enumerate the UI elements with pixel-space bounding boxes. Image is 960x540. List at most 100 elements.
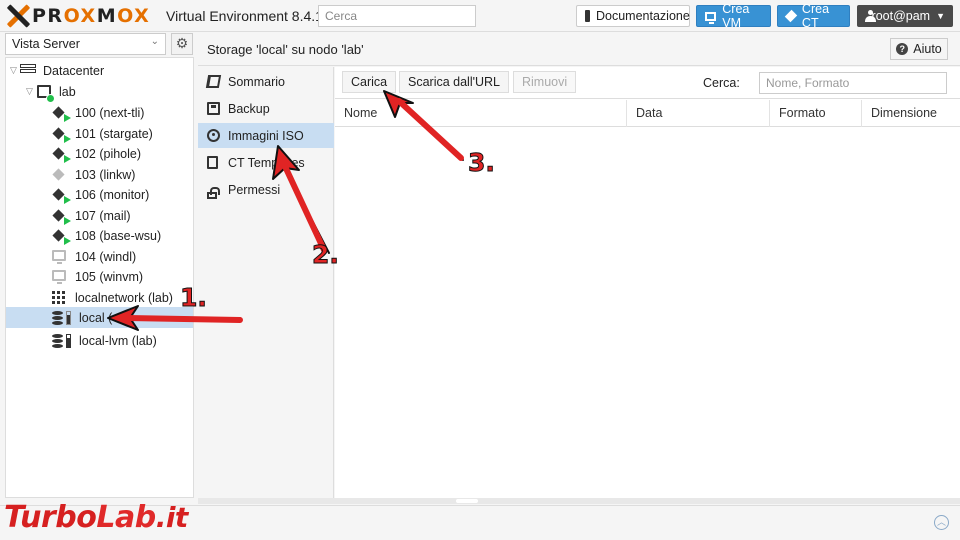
- container-icon: [52, 106, 71, 122]
- book-icon: [585, 10, 590, 22]
- running-icon: [64, 236, 71, 245]
- storage-nav: Sommario Backup Immagini ISO CT Template…: [198, 67, 334, 498]
- tab-label: Backup: [228, 101, 270, 116]
- create-ct-label: Crea CT: [801, 2, 830, 30]
- proxmox-logo[interactable]: PROXMOX: [6, 4, 150, 28]
- tree-item-network[interactable]: localnetwork (lab): [6, 287, 193, 308]
- cube-icon: [784, 9, 798, 23]
- tree-item-label: 102 (pihole): [75, 146, 142, 161]
- iso-images-panel: Carica Scarica dall'URL Rimuovi Cerca: N…: [335, 67, 960, 498]
- unlock-icon: [207, 187, 220, 199]
- annotation-label-2: 2.: [312, 240, 340, 270]
- tree-item-label: local-lvm (lab): [79, 333, 157, 348]
- tree-item-ct[interactable]: 108 (base-wsu): [6, 225, 193, 246]
- watermark-lab: Lab: [96, 500, 156, 535]
- tree-item-node[interactable]: ▽ lab: [6, 81, 193, 103]
- disc-icon: [207, 129, 220, 142]
- monitor-icon: [705, 11, 717, 24]
- tab-label: CT Templates: [228, 155, 305, 170]
- tab-iso-images[interactable]: Immagini ISO: [198, 123, 334, 148]
- tab-label: Permessi: [228, 182, 281, 197]
- tree-item-label: localnetwork (lab): [75, 290, 173, 305]
- horizontal-scrollbar[interactable]: [198, 498, 960, 504]
- running-icon: [64, 113, 71, 122]
- user-label: root@pam: [871, 9, 931, 23]
- chevron-down-icon: ▼: [936, 11, 945, 21]
- search-input[interactable]: Nome, Formato: [759, 72, 947, 94]
- running-icon: [64, 134, 71, 143]
- chevron-up-icon[interactable]: ︿: [934, 515, 949, 530]
- download-url-button[interactable]: Scarica dall'URL: [399, 71, 510, 93]
- column-size[interactable]: Dimensione: [862, 100, 960, 127]
- floppy-icon: [207, 102, 220, 115]
- tab-summary[interactable]: Sommario: [198, 69, 334, 94]
- top-bar: PROXMOX Virtual Environment 8.4.1 Cerca …: [0, 0, 960, 32]
- server-icon: [37, 84, 55, 103]
- tab-backup[interactable]: Backup: [198, 96, 334, 121]
- gear-icon[interactable]: ⚙: [171, 33, 193, 55]
- monitor-icon: [52, 269, 66, 284]
- column-format[interactable]: Formato: [770, 100, 862, 127]
- global-search-input[interactable]: Cerca: [318, 5, 476, 27]
- create-vm-label: Crea VM: [722, 2, 750, 30]
- content-header: Storage 'local' su nodo 'lab' ? Aiuto: [198, 33, 960, 66]
- watermark-turbo: Turbo: [4, 500, 97, 535]
- create-ct-button[interactable]: Crea CT: [777, 2, 850, 30]
- tree-item-vm[interactable]: 105 (winvm): [6, 266, 193, 287]
- tree-item-datacenter[interactable]: ▽ Datacenter: [6, 60, 193, 81]
- chevron-down-icon[interactable]: ▽: [10, 65, 17, 76]
- remove-button[interactable]: Rimuovi: [513, 71, 577, 93]
- tree-item-label: 104 (windl): [75, 249, 137, 264]
- tab-label: Immagini ISO: [228, 128, 304, 143]
- user-menu-button[interactable]: root@pam ▼: [857, 5, 953, 27]
- running-icon: [64, 195, 71, 204]
- database-icon: [52, 310, 71, 325]
- datacenter-icon: [20, 63, 36, 78]
- container-icon: [52, 188, 71, 204]
- watermark-domain: .it: [155, 501, 189, 534]
- tree-item-ct[interactable]: 103 (linkw): [6, 164, 193, 185]
- tab-permissions[interactable]: Permessi: [198, 177, 334, 202]
- tree-item-ct[interactable]: 107 (mail): [6, 205, 193, 226]
- tree-item-label: 100 (next-tli): [75, 105, 145, 120]
- create-vm-button[interactable]: Crea VM: [696, 2, 771, 30]
- monitor-icon: [52, 249, 66, 264]
- tree-item-label: 105 (winvm): [75, 269, 144, 284]
- tab-label: Sommario: [228, 74, 285, 89]
- user-icon: [865, 10, 871, 22]
- container-icon: [52, 127, 71, 143]
- help-label: Aiuto: [913, 42, 942, 56]
- table-header: Nome Data Formato Dimensione: [335, 100, 960, 127]
- view-select[interactable]: Vista Server ⌄: [5, 33, 166, 55]
- tree-item-vm[interactable]: 104 (windl): [6, 246, 193, 267]
- toolbar: Carica Scarica dall'URL Rimuovi Cerca: N…: [335, 67, 960, 99]
- tree-item-storage-lvm[interactable]: local-lvm (lab): [6, 330, 193, 351]
- database-icon: [52, 333, 71, 348]
- tree-item-ct[interactable]: 102 (pihole): [6, 143, 193, 164]
- tree-item-label: local (: [79, 310, 113, 325]
- tree-item-label: 106 (monitor): [75, 187, 150, 202]
- version-label: Virtual Environment 8.4.1: [166, 8, 323, 24]
- column-date[interactable]: Data: [627, 100, 770, 127]
- container-icon: [52, 209, 71, 225]
- column-name[interactable]: Nome: [335, 100, 627, 127]
- file-icon: [207, 156, 218, 169]
- annotation-label-1: 1.: [180, 283, 208, 313]
- brand-name: PROXMOX: [32, 5, 151, 27]
- tree-item-ct[interactable]: 100 (next-tli): [6, 102, 193, 123]
- help-button[interactable]: ? Aiuto: [890, 38, 948, 60]
- chevron-down-icon: ⌄: [150, 36, 159, 47]
- turbolab-watermark-logo: TurboLab.it: [4, 500, 188, 535]
- chevron-down-icon[interactable]: ▽: [26, 86, 33, 97]
- documentation-button[interactable]: Documentazione: [576, 5, 690, 27]
- tree-item-storage-local[interactable]: local (: [6, 307, 193, 328]
- container-stopped-icon: [52, 168, 66, 182]
- view-select-value: Vista Server: [12, 37, 80, 51]
- tree-item-ct[interactable]: 101 (stargate): [6, 123, 193, 144]
- tree-item-label: 103 (linkw): [75, 167, 136, 182]
- tab-ct-templates[interactable]: CT Templates: [198, 150, 334, 175]
- tree-item-ct[interactable]: 106 (monitor): [6, 184, 193, 205]
- running-icon: [64, 216, 71, 225]
- proxmox-x-icon: [6, 4, 30, 28]
- upload-button[interactable]: Carica: [342, 71, 397, 93]
